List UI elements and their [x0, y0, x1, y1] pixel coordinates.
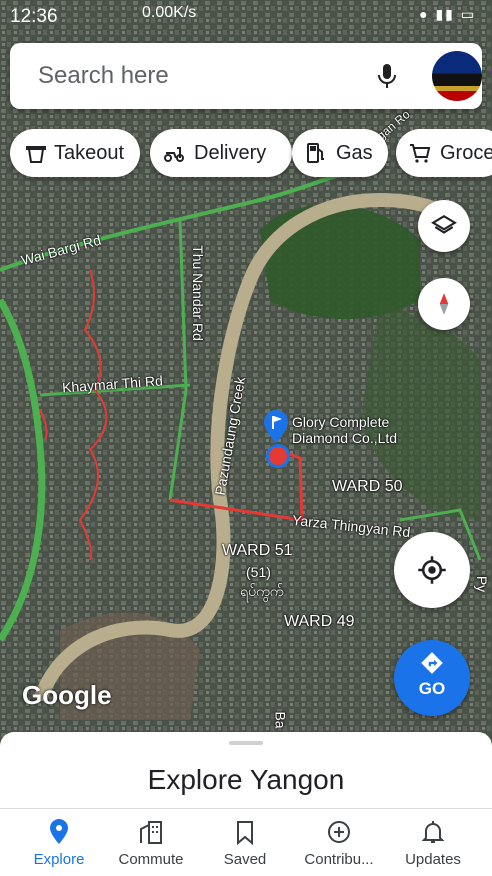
bell-icon — [421, 821, 445, 843]
signal-icon: ▮▮ — [435, 6, 455, 22]
gas-pump-icon — [307, 143, 324, 163]
location-icon: ● — [419, 6, 430, 22]
nav-explore[interactable]: Explore — [10, 809, 108, 876]
ward-local-name: ရပ်ကွက် — [240, 583, 284, 599]
status-time: 12:36 — [10, 6, 58, 27]
cart-icon — [410, 144, 431, 163]
nav-saved[interactable]: Saved — [196, 809, 294, 876]
bookmark-icon — [237, 821, 253, 845]
google-attribution: Google — [22, 680, 112, 710]
ward-number: (51) — [246, 564, 271, 580]
nav-commute[interactable]: Commute — [102, 809, 200, 876]
search-input[interactable]: Search here — [38, 62, 169, 90]
chip-delivery[interactable]: Delivery — [150, 129, 292, 177]
nav-updates[interactable]: Updates — [384, 809, 482, 876]
compass-button[interactable] — [418, 278, 470, 330]
scooter-icon — [164, 147, 184, 162]
takeout-bag-icon — [26, 146, 46, 163]
status-bar: 12:36 0.00K/s ● ▮▮ ▭ — [0, 0, 492, 34]
ward-label: WARD 49 — [284, 613, 355, 630]
ward-label: WARD 50 — [332, 478, 403, 495]
my-location-button[interactable] — [394, 532, 470, 608]
crosshair-icon — [418, 556, 446, 584]
drag-handle[interactable] — [229, 741, 263, 745]
satellite-map[interactable] — [0, 0, 492, 740]
battery-icon: ▭ — [460, 6, 476, 22]
bottom-nav: Explore Commute Saved Contribu... Update… — [0, 809, 492, 876]
search-bar[interactable]: Search here — [10, 43, 482, 109]
explore-pin-icon — [50, 819, 68, 844]
category-chips: Takeout Delivery Gas Groce — [10, 129, 492, 177]
network-speed: 0.00K/s — [142, 4, 197, 21]
avatar[interactable] — [432, 51, 482, 101]
nav-contribute[interactable]: Contribu... — [290, 809, 388, 876]
ward-label: WARD 51 — [222, 542, 293, 559]
layers-icon — [431, 214, 457, 234]
status-icons: ● ▮▮ ▭ — [419, 6, 476, 23]
explore-sheet[interactable]: Explore Yangon — [0, 732, 492, 812]
compass-icon — [439, 293, 449, 315]
chip-gas[interactable]: Gas — [292, 129, 388, 177]
directions-icon — [421, 652, 443, 674]
flag-pin-icon — [264, 410, 288, 443]
add-circle-icon — [328, 821, 350, 843]
layers-button[interactable] — [418, 200, 470, 252]
road-label: Thu Nandar Rd — [189, 245, 206, 341]
go-button[interactable]: GO — [394, 640, 470, 716]
current-location-dot — [266, 444, 290, 468]
road-label: Py — [474, 575, 491, 593]
microphone-icon[interactable] — [372, 61, 402, 91]
road-label: Ba — [272, 711, 289, 729]
commute-building-icon — [140, 821, 162, 844]
chip-groceries[interactable]: Groce — [396, 129, 492, 177]
chip-takeout[interactable]: Takeout — [10, 129, 140, 177]
place-name[interactable]: Glory Complete Diamond Co.,Ltd — [292, 414, 397, 446]
sheet-title: Explore Yangon — [147, 764, 345, 795]
